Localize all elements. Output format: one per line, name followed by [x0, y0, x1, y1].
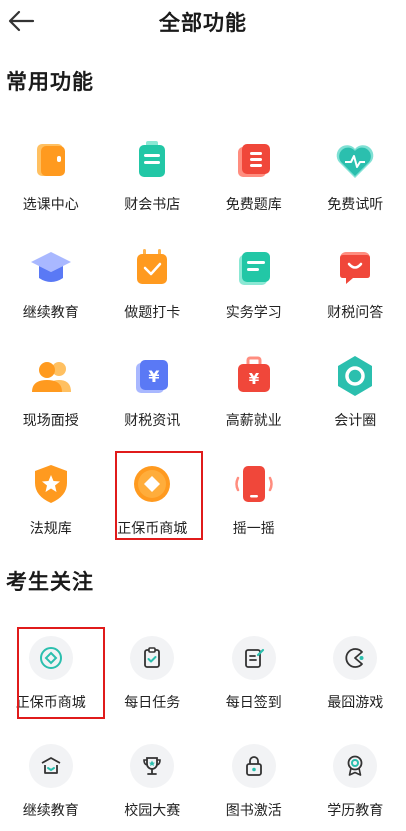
exam-book-activation[interactable]: 图书激活 [203, 734, 305, 831]
briefcase-icon: ¥ [237, 356, 270, 392]
people-icon [31, 362, 71, 392]
function-free-trial[interactable]: 免费试听 [305, 128, 406, 236]
function-label: 继续教育 [22, 305, 79, 321]
top-bar: 全部功能 [0, 0, 406, 46]
function-label: 摇一摇 [232, 521, 275, 537]
question-bank-icon [237, 144, 270, 177]
function-label: 免费试听 [327, 197, 384, 213]
function-label: 法规库 [29, 521, 72, 537]
phone-shake-icon [235, 466, 273, 502]
function-label: 会计圈 [334, 413, 377, 429]
exam-game[interactable]: 最囧游戏 [305, 626, 406, 734]
function-high-salary-jobs[interactable]: ¥ 高薪就业 [203, 344, 305, 452]
shield-star-icon [34, 465, 67, 503]
exam-label: 校园大赛 [124, 803, 181, 819]
trophy-icon [128, 742, 176, 790]
highlight-box-coin-mall-common [115, 451, 203, 540]
function-label: 实务学习 [225, 305, 282, 321]
exam-label: 继续教育 [22, 803, 79, 819]
function-label: 现场面授 [22, 413, 79, 429]
function-shake[interactable]: 摇一摇 [203, 452, 305, 560]
exam-continuing-education[interactable]: 继续教育 [0, 734, 102, 831]
edit-note-icon [230, 634, 278, 682]
function-label: 财税问答 [327, 305, 384, 321]
function-label: 选课中心 [22, 197, 79, 213]
document-icon [238, 252, 270, 285]
function-book-store[interactable]: 财会书店 [102, 128, 204, 236]
book-store-icon [139, 141, 166, 177]
function-tax-qa[interactable]: 财税问答 [305, 236, 406, 344]
exam-daily-signin[interactable]: 每日签到 [203, 626, 305, 734]
exam-label: 学历教育 [327, 803, 384, 819]
page-title: 全部功能 [159, 11, 247, 35]
function-accounting-circle[interactable]: 会计圈 [305, 344, 406, 452]
section-title-common: 常用功能 [6, 70, 94, 94]
function-label: 财税资讯 [124, 413, 181, 429]
svg-text:¥: ¥ [149, 367, 160, 386]
common-functions-grid: 选课中心 财会书店 免费题库 免费试听 继续教育 做题打卡 实务学习 财税问答 … [0, 128, 406, 560]
function-course-center[interactable]: 选课中心 [0, 128, 102, 236]
exam-label: 每日签到 [225, 695, 282, 711]
school-icon [27, 742, 75, 790]
function-onsite-training[interactable]: 现场面授 [0, 344, 102, 452]
svg-text:¥: ¥ [249, 370, 260, 388]
function-practical-study[interactable]: 实务学习 [203, 236, 305, 344]
exam-degree-education[interactable]: 学历教育 [305, 734, 406, 831]
exam-label: 最囧游戏 [327, 695, 384, 711]
function-continuing-education[interactable]: 继续教育 [0, 236, 102, 344]
function-label: 财会书店 [124, 197, 181, 213]
yen-document-icon: ¥ [136, 360, 169, 393]
calendar-check-icon [137, 249, 168, 284]
graduation-cap-icon [30, 252, 71, 282]
exam-daily-tasks[interactable]: 每日任务 [102, 626, 204, 734]
function-question-bank[interactable]: 免费题库 [203, 128, 305, 236]
function-label: 高薪就业 [225, 413, 282, 429]
medal-icon [331, 742, 379, 790]
function-practice-checkin[interactable]: 做题打卡 [102, 236, 204, 344]
function-label: 免费题库 [225, 197, 282, 213]
exam-label: 每日任务 [124, 695, 181, 711]
exam-campus-contest[interactable]: 校园大赛 [102, 734, 204, 831]
function-label: 做题打卡 [124, 305, 181, 321]
course-center-icon [36, 144, 65, 176]
clipboard-check-icon [128, 634, 176, 682]
lock-icon [230, 742, 278, 790]
section-title-exam: 考生关注 [6, 570, 94, 594]
function-tax-news[interactable]: ¥ 财税资讯 [102, 344, 204, 452]
chat-bubble-icon [340, 252, 371, 284]
free-trial-icon [336, 145, 374, 178]
pacman-icon [331, 634, 379, 682]
highlight-box-coin-mall-exam [17, 627, 105, 719]
hexagon-icon [338, 356, 373, 396]
exam-label: 图书激活 [225, 803, 282, 819]
function-regulations[interactable]: 法规库 [0, 452, 102, 560]
